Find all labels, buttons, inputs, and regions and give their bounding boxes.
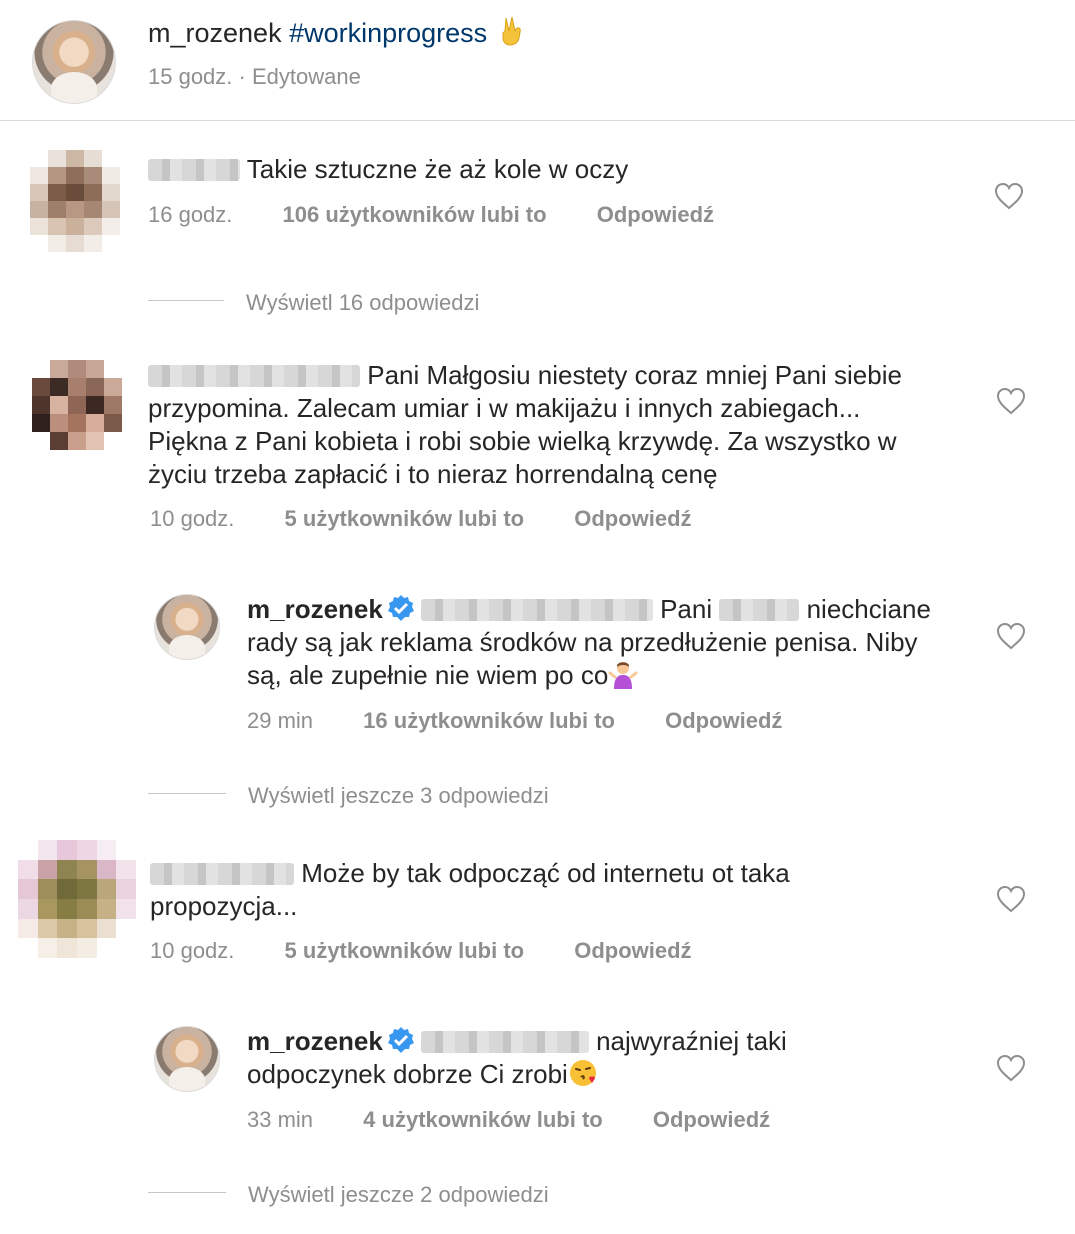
- reply-author-username[interactable]: m_rozenek: [247, 1026, 383, 1056]
- reply-time: 33 min: [247, 1107, 314, 1132]
- comment-meta: 10 godz. 5 użytkowników lubi to Odpowied…: [150, 506, 692, 532]
- blurred-mention[interactable]: [420, 599, 653, 621]
- view-replies-button[interactable]: Wyświetl jeszcze 2 odpowiedzi: [248, 1182, 549, 1208]
- reply-text: m_rozenek najwyraźniej taki odpoczynek d…: [247, 1025, 977, 1091]
- blurred-name: [719, 599, 800, 621]
- comment-time: 16 godz.: [148, 202, 233, 227]
- post-author-username[interactable]: m_rozenek: [148, 18, 282, 48]
- blurred-username[interactable]: [148, 159, 240, 181]
- victory-hand-icon: [502, 16, 521, 46]
- view-replies-line: [148, 300, 224, 301]
- comment-meta: 10 godz. 5 użytkowników lubi to Odpowied…: [150, 938, 692, 964]
- comment-text: Takie sztuczne że aż kole w oczy: [148, 153, 948, 186]
- reply-body-prefix: Pani: [660, 594, 713, 624]
- reply-button[interactable]: Odpowiedź: [653, 1107, 770, 1132]
- view-replies-button[interactable]: Wyświetl 16 odpowiedzi: [246, 290, 479, 316]
- reply-author-username[interactable]: m_rozenek: [247, 594, 383, 624]
- comment-body-line: propozycja...: [150, 891, 298, 921]
- verified-badge-icon: [387, 595, 414, 621]
- reply-body-line: rady są jak reklama środków na przedłuże…: [247, 627, 918, 657]
- face-blowing-kiss-icon: [569, 1060, 596, 1086]
- post-meta: 15 godz. · Edytowane: [148, 64, 361, 90]
- reply-author-avatar[interactable]: [154, 594, 220, 660]
- comment-body-line: Piękna z Pani kobieta i robi sobie wielk…: [148, 426, 897, 456]
- reply-body-line: odpoczynek dobrze Ci zrobi: [247, 1059, 568, 1089]
- reply-body-line: są, ale zupełnie nie wiem po co: [247, 660, 609, 690]
- like-heart-icon[interactable]: [996, 885, 1026, 913]
- comment-likes[interactable]: 5 użytkowników lubi to: [285, 506, 525, 531]
- header-divider: [0, 120, 1075, 121]
- comment-likes[interactable]: 5 użytkowników lubi to: [285, 938, 525, 963]
- reply-author-avatar[interactable]: [154, 1026, 220, 1092]
- view-replies-line: [148, 793, 226, 794]
- commenter-avatar[interactable]: [18, 840, 136, 958]
- reply-meta: 33 min 4 użytkowników lubi to Odpowiedź: [247, 1107, 770, 1133]
- comment-time: 10 godz.: [150, 506, 235, 531]
- like-heart-icon[interactable]: [996, 1054, 1026, 1082]
- post-edited-label: Edytowane: [251, 64, 361, 89]
- blurred-mention[interactable]: [420, 1031, 589, 1053]
- like-heart-icon[interactable]: [996, 622, 1026, 650]
- blurred-username[interactable]: [148, 365, 360, 387]
- reply-button[interactable]: Odpowiedź: [574, 506, 691, 531]
- comment-body: Takie sztuczne że aż kole w oczy: [246, 154, 629, 184]
- reply-button[interactable]: Odpowiedź: [665, 708, 782, 733]
- like-heart-icon[interactable]: [994, 182, 1024, 210]
- like-heart-icon[interactable]: [996, 387, 1026, 415]
- comment-body-line: przypomina. Zalecam umiar i w makijażu i…: [148, 393, 861, 423]
- reply-button[interactable]: Odpowiedź: [597, 202, 714, 227]
- view-replies-line: [148, 1192, 226, 1193]
- comment-time: 10 godz.: [150, 938, 235, 963]
- reply-text: m_rozenek Pani niechciane rady są jak re…: [247, 593, 977, 692]
- comment-body-line: Pani Małgosiu niestety coraz mniej Pani …: [367, 360, 902, 390]
- author-avatar[interactable]: [32, 20, 116, 104]
- meta-separator: ·: [238, 64, 246, 89]
- reply-body-line: najwyraźniej taki: [596, 1026, 787, 1056]
- reply-button[interactable]: Odpowiedź: [574, 938, 691, 963]
- reply-time: 29 min: [247, 708, 314, 733]
- reply-likes[interactable]: 16 użytkowników lubi to: [363, 708, 615, 733]
- comment-body-line: Może by tak odpocząć od internetu ot tak…: [301, 858, 790, 888]
- caption-hashtag[interactable]: #workinprogress: [289, 18, 487, 48]
- comment-text: Pani Małgosiu niestety coraz mniej Pani …: [148, 359, 978, 491]
- person-shrugging-icon: [608, 662, 638, 689]
- commenter-avatar[interactable]: [32, 360, 122, 450]
- reply-body-line: niechciane: [806, 594, 931, 624]
- blurred-username[interactable]: [150, 863, 294, 885]
- post-time: 15 godz.: [148, 64, 233, 89]
- view-replies-button[interactable]: Wyświetl jeszcze 3 odpowiedzi: [248, 783, 549, 809]
- reply-likes[interactable]: 4 użytkowników lubi to: [363, 1107, 603, 1132]
- comment-meta: 16 godz. 106 użytkowników lubi to Odpowi…: [148, 202, 714, 228]
- post-caption: m_rozenek #workinprogress: [148, 16, 525, 49]
- comment-likes[interactable]: 106 użytkowników lubi to: [283, 202, 547, 227]
- verified-badge-icon: [387, 1027, 414, 1053]
- comment-body-line: życiu trzeba zapłacić i to nieraz horren…: [148, 459, 718, 489]
- commenter-avatar[interactable]: [30, 150, 120, 252]
- reply-meta: 29 min 16 użytkowników lubi to Odpowiedź: [247, 708, 782, 734]
- comment-text: Może by tak odpocząć od internetu ot tak…: [150, 857, 950, 923]
